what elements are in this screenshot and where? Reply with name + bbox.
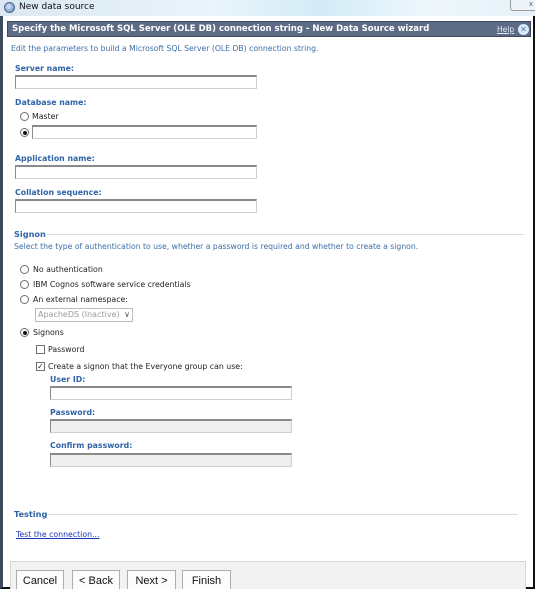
create-signon-checkbox[interactable]: ✓ [36,362,45,371]
confirm-password-label: Confirm password: [50,441,133,450]
database-name-input[interactable] [32,125,257,139]
namespace-select[interactable]: ApacheDS (Inactive) ∨ [35,308,133,322]
testing-section-title: Testing [14,509,48,519]
collation-sequence-input[interactable] [15,199,257,213]
external-namespace-radio[interactable] [20,295,29,304]
confirm-password-input[interactable] [50,453,292,467]
testing-divider [47,514,518,515]
wizard-title: Specify the Microsoft SQL Server (OLE DB… [12,24,430,34]
signon-divider [47,234,524,235]
wizard-header: Specify the Microsoft SQL Server (OLE DB… [7,21,531,37]
application-name-input[interactable] [15,165,257,179]
user-id-label: User ID: [50,375,86,384]
help-link[interactable]: Help [497,25,514,34]
cognos-credentials-radio[interactable] [20,280,29,289]
signon-password-input[interactable] [50,419,292,433]
password-checkbox[interactable] [36,345,45,354]
cognos-globe-icon [4,2,15,13]
server-name-input[interactable] [15,75,257,89]
database-name-label: Database name: [15,98,87,107]
password-checkbox-label: Password [48,345,85,354]
wizard-footer: Cancel < Back Next > Finish [10,561,526,589]
server-name-label: Server name: [15,64,75,73]
signon-description: Select the type of authentication to use… [14,242,419,251]
wizard-dialog: Specify the Microsoft SQL Server (OLE DB… [0,16,535,589]
user-id-input[interactable] [50,386,292,400]
back-button[interactable]: < Back [72,570,120,589]
next-button[interactable]: Next > [127,570,176,589]
close-icon[interactable]: ✕ [518,24,529,35]
database-master-radio[interactable] [20,112,29,121]
window-title: New data source [19,2,95,12]
test-connection-link[interactable]: Test the connection... [16,530,100,539]
signons-radio[interactable] [20,328,29,337]
intro-text: Edit the parameters to build a Microsoft… [11,44,319,53]
checkmark-icon: ✓ [37,362,44,371]
signon-password-label: Password: [50,408,96,417]
chevron-down-icon: ∨ [124,310,130,319]
signons-label: Signons [33,328,64,337]
external-namespace-label: An external namespace: [33,295,128,304]
namespace-select-value: ApacheDS (Inactive) [38,310,120,319]
window-titlebar: New data source x [0,0,535,16]
window-close-button[interactable]: x [510,0,535,11]
no-authentication-radio[interactable] [20,265,29,274]
signon-section-title: Signon [14,229,46,239]
database-custom-radio[interactable] [20,128,29,137]
application-name-label: Application name: [15,154,95,163]
collation-sequence-label: Collation sequence: [15,188,102,197]
database-master-label: Master [32,112,59,121]
create-signon-label: Create a signon that the Everyone group … [48,362,243,371]
cancel-button[interactable]: Cancel [16,570,64,589]
cognos-credentials-label: IBM Cognos software service credentials [33,280,191,289]
finish-button[interactable]: Finish [182,570,231,589]
no-authentication-label: No authentication [33,265,103,274]
